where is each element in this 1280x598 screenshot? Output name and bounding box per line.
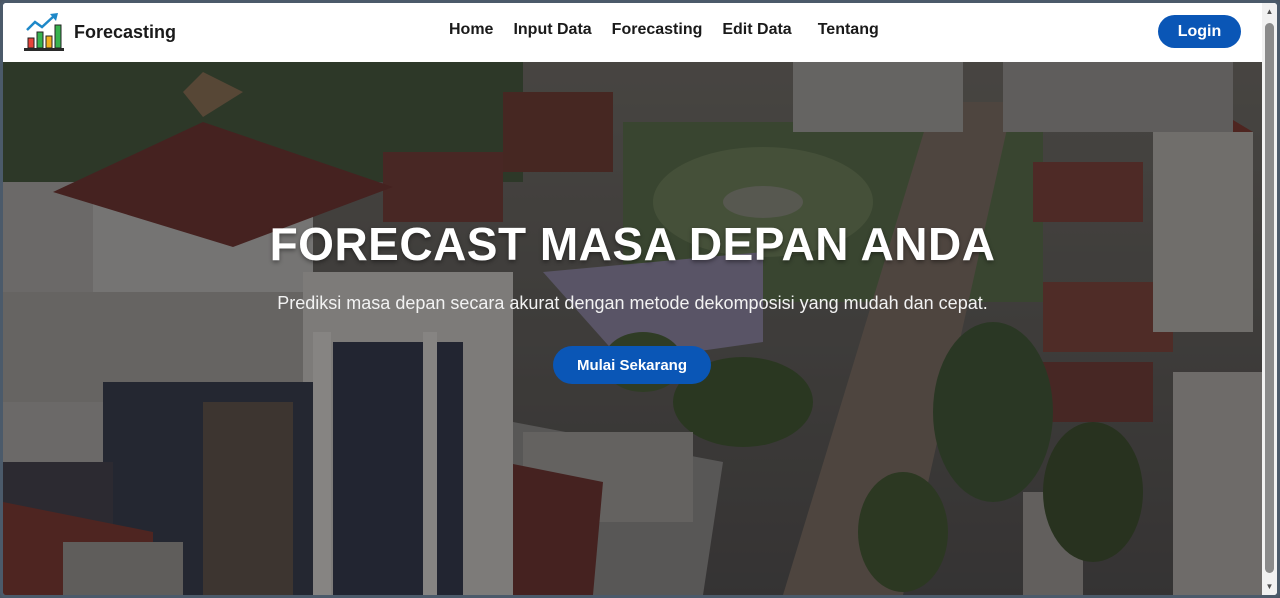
brand-name: Forecasting	[74, 21, 177, 42]
hero-title: FORECAST MASA DEPAN ANDA	[269, 218, 996, 270]
nav-link-tentang[interactable]: Tentang	[818, 21, 879, 39]
triangle-up-icon[interactable]: ▲	[1262, 3, 1277, 20]
browser-window: Forecasting Home Input Data Forecasting …	[0, 0, 1280, 598]
nav-link-home[interactable]: Home	[449, 21, 493, 39]
hero-subtitle: Prediksi masa depan secara akurat dengan…	[277, 293, 988, 313]
hero-dark-overlay	[3, 62, 1262, 595]
bar-chart-growth-icon	[24, 13, 64, 51]
nav-link-forecasting[interactable]: Forecasting	[612, 21, 703, 39]
nav-link-input-data[interactable]: Input Data	[513, 21, 591, 39]
triangle-down-icon[interactable]: ▼	[1262, 578, 1277, 595]
page-viewport: Forecasting Home Input Data Forecasting …	[3, 3, 1262, 595]
vertical-scrollbar[interactable]: ▲ ▼	[1262, 3, 1277, 595]
get-started-button[interactable]: Mulai Sekarang	[553, 346, 711, 384]
scrollbar-thumb[interactable]	[1265, 23, 1274, 573]
hero-section: FORECAST MASA DEPAN ANDA Prediksi masa d…	[3, 62, 1262, 595]
navbar: Forecasting Home Input Data Forecasting …	[3, 3, 1262, 62]
brand[interactable]: Forecasting	[23, 12, 176, 52]
nav-links: Home Input Data Forecasting Edit Data Te…	[449, 21, 879, 39]
nav-link-edit-data[interactable]: Edit Data	[722, 21, 791, 39]
login-button[interactable]: Login	[1158, 15, 1241, 48]
